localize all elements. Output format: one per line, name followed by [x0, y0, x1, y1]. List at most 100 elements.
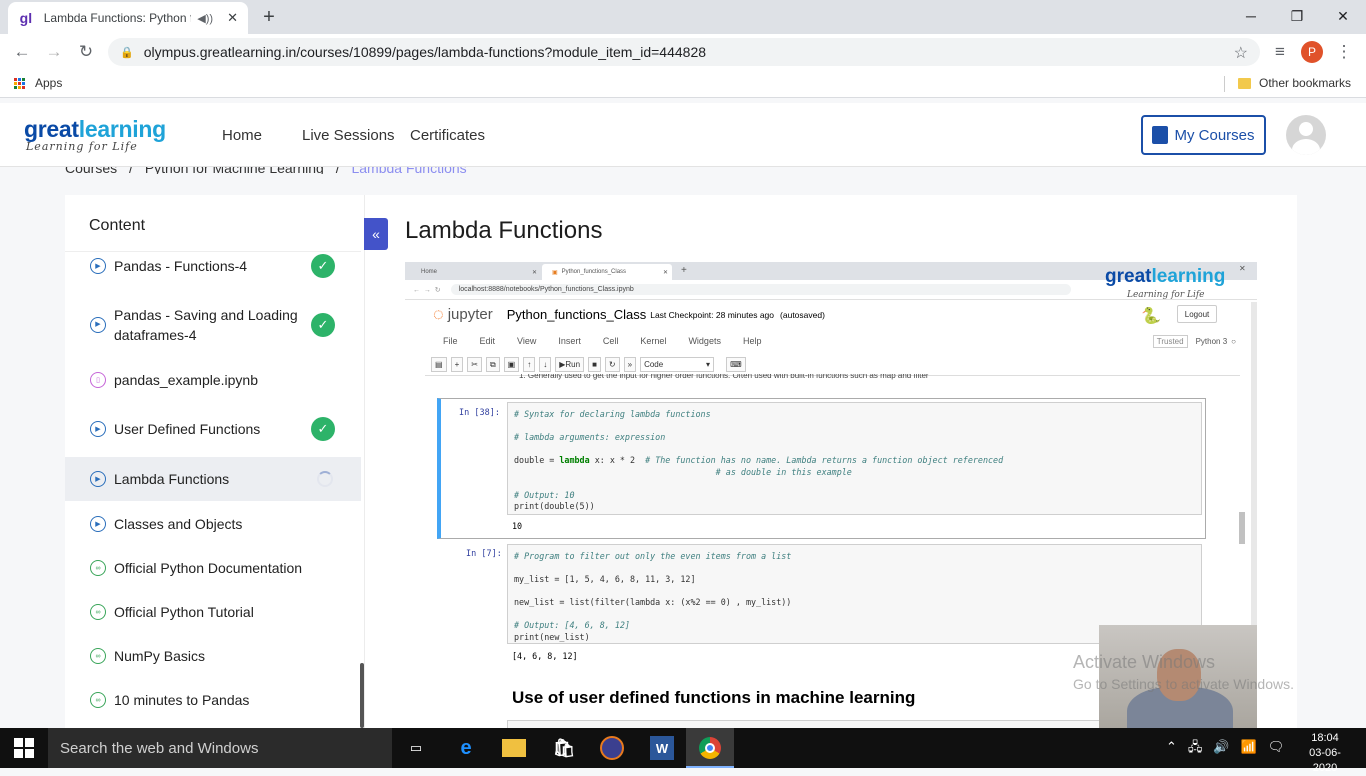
clock-time: 18:04 [1311, 732, 1339, 744]
video-greatlearning-watermark: greatlearning Learning for Life [1105, 266, 1226, 300]
link-icon: ∞ [90, 560, 106, 576]
new-tab-button[interactable]: + [256, 5, 282, 29]
nav-home[interactable]: Home [222, 127, 262, 144]
close-window-icon[interactable]: ✕ [1320, 4, 1366, 28]
chrome-icon [699, 737, 721, 759]
play-icon: ▶ [90, 471, 106, 487]
sidebar-item-label: Official Python Tutorial [114, 604, 254, 620]
video-new-tab-icon: + [681, 265, 687, 276]
sidebar-heading: Content [89, 217, 146, 234]
sidebar-item[interactable]: ∞ 10 minutes to Pandas [65, 689, 361, 711]
tab-title: Lambda Functions: Python fo [43, 11, 192, 25]
greatlearning-favicon-icon: gl [19, 10, 33, 26]
bookmarks-divider [1224, 76, 1225, 92]
cell-prompt: In [38]: [459, 408, 500, 418]
task-view-icon[interactable]: ▭ [404, 736, 428, 760]
my-courses-button[interactable]: My Courses [1141, 115, 1266, 155]
sidebar-item-active[interactable]: ▶ Lambda Functions [65, 457, 361, 501]
menu-kebab-icon[interactable]: ⋮ [1334, 42, 1354, 62]
sidebar-item-label: Official Python Documentation [114, 560, 303, 576]
apps-label: Apps [35, 76, 63, 90]
play-icon: ▶ [90, 317, 106, 333]
minimize-icon[interactable]: ─ [1228, 4, 1274, 28]
audio-playing-icon[interactable]: ◀)) [197, 12, 213, 25]
my-courses-label: My Courses [1174, 126, 1255, 144]
sidebar-item-label: NumPy Basics [114, 648, 206, 664]
sidebar-item[interactable]: ▯ pandas_example.ipynb [65, 369, 361, 391]
lock-icon: 🔒 [120, 46, 134, 59]
jupyter-menubar: File Edit View Insert Cell Kernel Widget… [443, 334, 1236, 348]
clipped-markdown: 1. Generally used to get the input for h… [519, 374, 929, 380]
bookmark-star-icon[interactable]: ☆ [1234, 43, 1248, 63]
sidebar-item[interactable]: ▶ User Defined Functions ✓ [65, 417, 361, 441]
page-title: Lambda Functions [405, 217, 603, 244]
apps-grid-icon [14, 77, 25, 89]
sidebar-item-label: 10 minutes to Pandas [114, 692, 250, 708]
word-icon[interactable]: W [650, 736, 674, 760]
code-input: # Syntax for declaring lambda functions … [507, 402, 1202, 515]
logo-great: great [24, 116, 79, 142]
edge-icon[interactable]: e [454, 736, 478, 760]
video-logout-button: Logout [1177, 305, 1217, 323]
video-tab-home: Home ✕ [411, 264, 541, 280]
taskbar-clock[interactable]: 18:04 03-06-2020 [1300, 731, 1350, 776]
bookmarks-bar: Apps Other bookmarks [0, 70, 1366, 98]
file-explorer-icon[interactable] [502, 739, 526, 757]
sidebar-item-label: pandas_example.ipynb [114, 372, 258, 388]
taskbar-search[interactable]: Search the web and Windows [48, 728, 392, 768]
maximize-icon[interactable]: ❐ [1274, 4, 1320, 28]
cell-output: 10 [512, 521, 523, 531]
code-input-partial [507, 720, 1202, 728]
loading-spinner-icon [317, 471, 333, 487]
checkpoint-status: Last Checkpoint: 28 minutes ago [650, 309, 775, 320]
sidebar-item-label: Pandas - Saving and Loading dataframes-4 [114, 307, 298, 343]
sidebar-item-label: Lambda Functions [114, 471, 230, 487]
nav-live-sessions[interactable]: Live Sessions [302, 127, 395, 144]
system-tray-icons[interactable]: ⌃🖧🔊📶🗨 [1166, 738, 1295, 760]
store-icon[interactable]: 🛍 [552, 736, 576, 760]
completed-check-icon: ✓ [311, 254, 335, 278]
sidebar-item[interactable]: ▶ Classes and Objects [65, 513, 361, 535]
play-icon: ▶ [90, 516, 106, 532]
nav-certificates[interactable]: Certificates [410, 127, 485, 144]
forward-icon[interactable]: → [44, 42, 64, 62]
sidebar-item[interactable]: ∞ Official Python Tutorial [65, 601, 361, 623]
notebook-icon: ▯ [90, 372, 106, 388]
jupyter-wordmark: jupyter [447, 306, 493, 323]
sidebar-item[interactable]: ∞ NumPy Basics [65, 645, 361, 667]
greatlearning-logo[interactable]: greatlearning Learning for Life [24, 116, 166, 153]
avatar-head-icon [1299, 122, 1313, 136]
sidebar-item[interactable]: ▶ Pandas - Functions-4 ✓ [65, 254, 361, 278]
logo-learning: learning [78, 116, 166, 142]
windows-start-icon[interactable] [14, 738, 34, 758]
book-icon [1152, 126, 1169, 144]
chrome-taskbar-active[interactable] [686, 728, 734, 768]
eclipse-icon[interactable] [600, 736, 624, 760]
link-icon: ∞ [90, 692, 106, 708]
other-bookmarks-label: Other bookmarks [1259, 76, 1352, 90]
profile-avatar[interactable]: P [1301, 41, 1323, 63]
reload-icon[interactable]: ↻ [76, 42, 96, 62]
sidebar-item[interactable]: ▶ Pandas - Saving and Loading dataframes… [65, 305, 361, 345]
code-input: # Program to filter out only the even it… [507, 544, 1202, 644]
other-bookmarks[interactable]: Other bookmarks [1238, 76, 1351, 90]
link-icon: ∞ [90, 648, 106, 664]
collapse-sidebar-icon[interactable]: « [364, 218, 388, 250]
jupyter-logo-icon: ◌ [433, 304, 444, 324]
play-icon: ▶ [90, 258, 106, 274]
browser-tab[interactable]: gl Lambda Functions: Python fo ◀)) ✕ [8, 2, 248, 34]
sidebar-scrollbar[interactable] [360, 663, 364, 728]
url-text: olympus.greatlearning.in/courses/10899/p… [143, 44, 707, 60]
address-bar[interactable]: 🔒 olympus.greatlearning.in/courses/10899… [108, 38, 1260, 66]
sidebar-item[interactable]: ∞ Official Python Documentation [65, 557, 361, 579]
avatar-body-icon [1292, 139, 1320, 155]
media-control-icon[interactable]: ≡ [1270, 42, 1290, 62]
browser-tab-strip: gl Lambda Functions: Python fo ◀)) ✕ + ─… [0, 0, 1366, 34]
video-tab-notebook: ▣ Python_functions_Class ✕ [542, 264, 672, 280]
clock-date: 03-06-2020 [1309, 747, 1341, 774]
video-scrollbar-thumb [1239, 512, 1245, 544]
back-icon[interactable]: ← [12, 42, 32, 62]
apps-bookmark[interactable]: Apps [14, 76, 62, 90]
close-tab-icon[interactable]: ✕ [227, 10, 238, 26]
user-avatar[interactable] [1286, 115, 1326, 155]
